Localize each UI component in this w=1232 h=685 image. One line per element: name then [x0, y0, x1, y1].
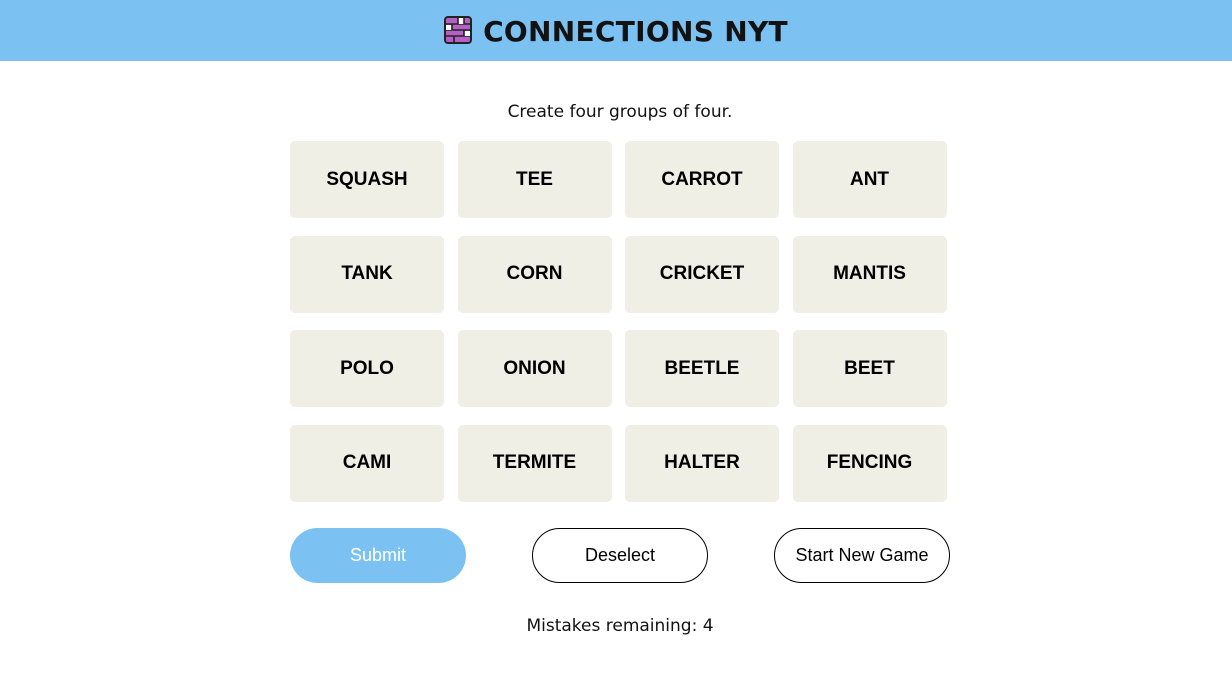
- word-grid: SQUASH TEE CARROT ANT TANK CORN CRICKET …: [290, 141, 950, 502]
- connections-grid-icon: [444, 15, 473, 44]
- word-tile[interactable]: BEET: [792, 330, 947, 407]
- word-tile[interactable]: FENCING: [792, 424, 947, 502]
- word-tile[interactable]: CRICKET: [625, 235, 779, 313]
- word-tile[interactable]: SQUASH: [290, 141, 444, 218]
- instructions-text: Create four groups of four.: [507, 102, 733, 122]
- app-title: CONNECTIONS NYT: [483, 15, 788, 48]
- word-tile[interactable]: BEETLE: [625, 330, 779, 407]
- word-tile[interactable]: TEE: [457, 141, 612, 218]
- word-tile[interactable]: POLO: [290, 330, 444, 407]
- app-header: CONNECTIONS NYT: [0, 0, 1232, 61]
- word-tile[interactable]: CAMI: [290, 424, 444, 502]
- submit-button[interactable]: Submit: [290, 528, 466, 583]
- word-tile[interactable]: CORN: [457, 235, 612, 313]
- header-brand: CONNECTIONS NYT: [0, 0, 1232, 61]
- word-tile[interactable]: TANK: [290, 235, 444, 313]
- mistakes-remaining: Mistakes remaining: 4: [526, 616, 714, 636]
- deselect-button[interactable]: Deselect: [532, 528, 708, 583]
- word-tile[interactable]: TERMITE: [457, 424, 612, 502]
- start-new-game-button[interactable]: Start New Game: [774, 528, 950, 583]
- word-tile[interactable]: HALTER: [625, 424, 779, 502]
- word-tile[interactable]: MANTIS: [792, 235, 947, 313]
- word-tile[interactable]: CARROT: [625, 141, 779, 218]
- word-tile[interactable]: ANT: [792, 141, 947, 218]
- word-tile[interactable]: ONION: [457, 330, 612, 407]
